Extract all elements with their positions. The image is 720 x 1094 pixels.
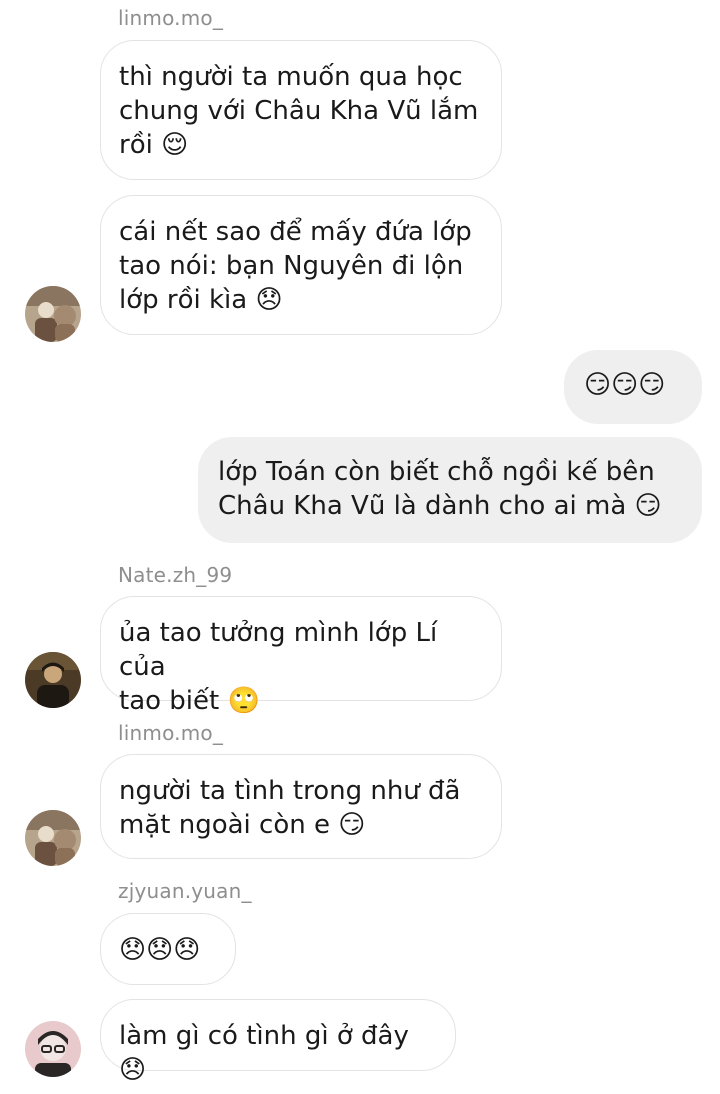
- message-text: lớp Toán còn biết chỗ ngồi kế bên Châu K…: [218, 457, 662, 521]
- message-text: 😏😏😏: [584, 370, 666, 400]
- sender-name: linmo.mo_: [118, 721, 224, 745]
- message-bubble[interactable]: lớp Toán còn biết chỗ ngồi kế bên Châu K…: [198, 437, 702, 543]
- avatar[interactable]: [25, 286, 81, 342]
- sender-name: zjyuan.yuan_: [118, 879, 252, 903]
- sender-name: linmo.mo_: [118, 6, 224, 30]
- profile-photo-icon: [25, 810, 81, 866]
- message-bubble[interactable]: thì người ta muốn qua học chung với Châu…: [100, 40, 502, 180]
- message-bubble[interactable]: cái nết sao để mấy đứa lớp tao nói: bạn …: [100, 195, 502, 335]
- profile-photo-icon: [25, 652, 81, 708]
- message-bubble[interactable]: làm gì có tình gì ở đây 😞: [100, 999, 456, 1085]
- message-bubble[interactable]: 😏😏😏: [564, 350, 702, 424]
- avatar[interactable]: [25, 810, 81, 866]
- sender-name: Nate.zh_99: [118, 563, 233, 587]
- message-bubble[interactable]: ủa tao tưởng mình lớp Lí của tao biết 🙄: [100, 596, 502, 716]
- message-bubble[interactable]: người ta tình trong như đã mặt ngoài còn…: [100, 754, 502, 859]
- profile-photo-icon: [25, 286, 81, 342]
- message-bubble[interactable]: 😞😞😞: [100, 913, 236, 985]
- avatar[interactable]: [25, 1021, 81, 1077]
- message-text: thì người ta muốn qua học chung với Châu…: [119, 62, 479, 160]
- message-text: ủa tao tưởng mình lớp Lí của tao biết 🙄: [119, 618, 438, 716]
- message-text: làm gì có tình gì ở đây 😞: [119, 1021, 418, 1085]
- profile-photo-icon: [25, 1021, 81, 1077]
- avatar[interactable]: [25, 652, 81, 708]
- message-text: 😞😞😞: [119, 935, 201, 965]
- message-text: người ta tình trong như đã mặt ngoài còn…: [119, 776, 461, 840]
- message-text: cái nết sao để mấy đứa lớp tao nói: bạn …: [119, 217, 472, 315]
